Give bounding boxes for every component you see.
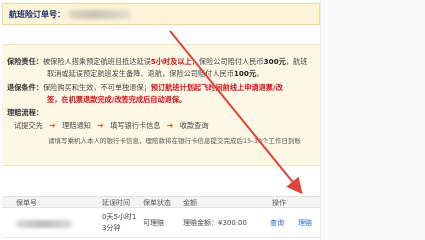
- col-amount: 金额: [183, 199, 197, 207]
- duty-row-2: 取消或延误预定航班发生备降、返航，保险公司赔付人民币100元。: [47, 69, 263, 79]
- claim-step-3: 填写银行卡信息: [110, 121, 161, 130]
- col-action: 操作: [272, 199, 286, 207]
- policy-number-blurred: [16, 220, 72, 228]
- claim-amount: 理赔金额：¥300.00: [183, 219, 247, 227]
- policy-table: 保单号 延误时间 保单状态 金额 操作 0天5小时1 3分钟 可理赔 理赔金额：…: [2, 196, 320, 240]
- duty-text-b: ，保险公司赔付人民币: [191, 57, 264, 66]
- refund-label: 退保条件：: [7, 83, 43, 92]
- duty-text-c: ，航班: [285, 57, 308, 66]
- refund-row-1: 退保条件：保险购买和生效，不可单独退保；预订航班计划起飞时间前线上申请退票/改: [7, 83, 283, 93]
- query-link[interactable]: 查询: [270, 218, 284, 228]
- col-status: 保单状态: [143, 199, 171, 207]
- order-number-bar: 航班险订单号：: [2, 3, 320, 25]
- order-number-label: 航班险订单号：: [9, 9, 65, 19]
- duty-text-e: 。: [256, 69, 264, 78]
- delay-time-1: 0天5小时1: [102, 213, 137, 221]
- table-row: 0天5小时1 3分钟 可理赔 理赔金额：¥300.00 查询 理赔: [2, 208, 320, 238]
- duty-amount-100: 100元: [233, 69, 257, 78]
- duty-text-a: 被保险人搭乘预定航班且抵达延误: [42, 57, 151, 66]
- claim-link[interactable]: 理赔: [298, 218, 312, 228]
- claim-step-1: 试提交先: [14, 121, 43, 131]
- claim-note: 请填写乘机人本人的银行卡信息，理赔款将在银行卡信息提交完成后15-30个工作日到…: [48, 137, 301, 145]
- policy-status: 可理赔: [143, 219, 164, 227]
- table-header: 保单号 延误时间 保单状态 金额 操作: [2, 196, 320, 208]
- duty-text-d: 取消或延误预定航班发生备降、返航，保险公司赔付人民币: [47, 69, 234, 78]
- claim-label: 理赔流程：: [7, 108, 43, 117]
- claim-step-4: 收款查询: [179, 121, 209, 130]
- refund-highlight-2: 签，在机票退款完成/改签完成后自动退保。: [47, 95, 187, 104]
- claim-step-prefix: 试提交先: [14, 121, 43, 130]
- refund-row-2: 签，在机票退款完成/改签完成后自动退保。: [47, 95, 186, 105]
- claim-row: 理赔流程：: [7, 108, 43, 118]
- arrow-right-icon: ➜: [97, 121, 104, 130]
- arrow-right-icon: ➜: [166, 121, 174, 130]
- arrow-right-icon: ➜: [49, 121, 56, 130]
- claim-steps: 试提交先 ➜ 理赔通知 ➜ 填写银行卡信息 ➜ 收款查询: [14, 121, 209, 131]
- duty-highlight: 5小时及以上: [150, 57, 192, 66]
- duty-amount-300: 300元: [263, 57, 286, 66]
- col-delay: 延误时间: [102, 199, 130, 207]
- insurance-info-box: 保险责任：被保险人搭乘预定航班且抵达延误5小时及以上，保险公司赔付人民币300元…: [2, 44, 320, 166]
- refund-highlight-1: 预订航班计划起飞时间前线上申请退票/改: [150, 83, 283, 92]
- delay-time-2: 3分钟: [102, 224, 121, 232]
- order-number-blurred: [69, 9, 131, 19]
- claim-step-2: 理赔通知: [62, 121, 91, 130]
- refund-text: 保险购买和生效，不可单独退保；: [42, 83, 151, 92]
- duty-label: 保险责任：: [7, 57, 43, 66]
- duty-row-1: 保险责任：被保险人搭乘预定航班且抵达延误5小时及以上，保险公司赔付人民币300元…: [7, 57, 307, 67]
- right-side-blank: [320, 0, 425, 240]
- col-policy-no: 保单号: [16, 199, 37, 207]
